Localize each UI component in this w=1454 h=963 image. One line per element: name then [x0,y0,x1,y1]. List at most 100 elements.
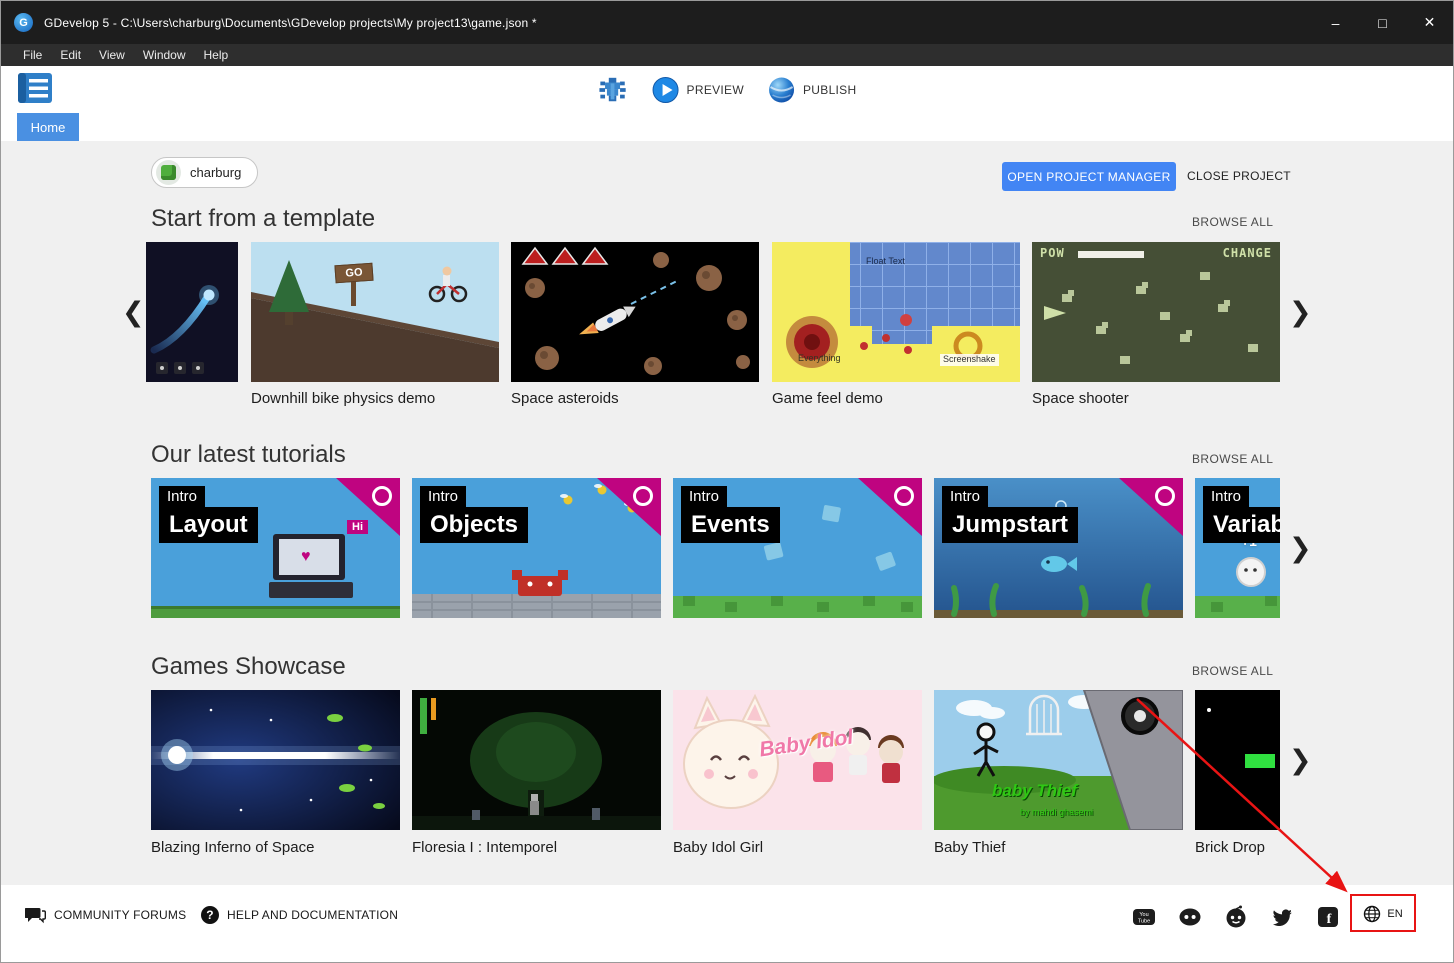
bike-thumbnail-art [251,242,499,382]
shooter-thumbnail-art [1032,242,1280,382]
card-caption: Brick Drop [1195,839,1265,856]
community-forums-label: COMMUNITY FORUMS [54,908,186,922]
tutorial-card-layout[interactable]: ♥ Hi Intro Layout [151,478,400,618]
template-card-asteroids[interactable] [511,242,759,382]
open-project-manager-button[interactable]: OPEN PROJECT MANAGER [1002,162,1176,191]
publish-label: PUBLISH [803,83,856,97]
gdevelop-logo-icon: G [14,13,33,32]
showcase-next-button[interactable]: ❯ [1289,747,1312,774]
showcase-browse-all[interactable]: BROWSE ALL [1192,664,1273,678]
svg-text:You: You [1139,912,1148,918]
language-label: EN [1387,908,1402,920]
menu-edit[interactable]: Edit [51,48,90,62]
change-label: CHANGE [1223,247,1272,260]
reddit-icon[interactable] [1224,905,1248,929]
asteroids-thumbnail-art [511,242,759,382]
card-caption: Baby Idol Girl [673,839,763,856]
help-documentation-label: HELP AND DOCUMENTATION [227,908,398,922]
tab-home[interactable]: Home [17,113,79,141]
help-documentation-link[interactable]: HELP AND DOCUMENTATION [201,903,398,927]
tutorial-card-variables[interactable]: +1 Intro Variables [1195,478,1280,618]
templates-next-button[interactable]: ❯ [1289,299,1312,326]
showcase-card-floresia[interactable] [412,690,661,830]
go-sign: GO [334,263,373,284]
tutorial-card-events[interactable]: Intro Events [673,478,922,618]
tutorial-tag: Intro [159,486,205,507]
username-label: charburg [190,165,241,180]
close-project-button[interactable]: CLOSE PROJECT [1187,166,1291,186]
tutorial-tag: Intro [681,486,727,507]
templates-carousel: GO [1,242,1454,382]
debug-bug-icon [598,76,628,104]
tutorial-card-jumpstart[interactable]: Intro Jumpstart [934,478,1183,618]
facebook-icon[interactable]: f [1316,905,1340,929]
menu-view[interactable]: View [90,48,134,62]
publish-sphere-icon [768,76,796,104]
toolbar: PREVIEW PUBLISH [1,66,1453,113]
template-card-trailer[interactable] [146,242,238,382]
svg-text:Tube: Tube [1138,919,1150,925]
tutorial-title: Layout [159,507,258,543]
tabbar: Home [1,113,1453,141]
discord-icon[interactable] [1178,905,1202,929]
twitter-icon[interactable] [1270,905,1294,929]
showcase-card-blazing[interactable] [151,690,400,830]
toolbar-center: PREVIEW PUBLISH [598,66,857,113]
youtube-icon[interactable]: YouTube [1132,905,1156,929]
templates-section-title: Start from a template [151,205,375,233]
card-caption: Game feel demo [772,390,883,407]
tutorial-title: Objects [420,507,528,543]
user-chip[interactable]: charburg [151,157,258,188]
tutorial-title: Jumpstart [942,507,1078,543]
templates-prev-button[interactable]: ❮ [122,299,145,326]
preview-label: PREVIEW [687,83,744,97]
card-caption: Space shooter [1032,390,1129,407]
template-card-shooter[interactable]: POW CHANGE [1032,242,1280,382]
showcase-card-brickdrop[interactable] [1195,690,1280,830]
tutorial-card-objects[interactable]: Intro Objects [412,478,661,618]
card-caption: Downhill bike physics demo [251,390,435,407]
svg-text:f: f [1327,912,1332,927]
gdevelop-corner-logo-icon [633,486,653,506]
everything-label: Everything [798,354,841,364]
tutorials-next-button[interactable]: ❯ [1289,535,1312,562]
screenshake-label: Screenshake [940,354,999,366]
globe-icon [1363,905,1381,923]
titlebar: G GDevelop 5 - C:\Users\charburg\Documen… [1,1,1453,44]
babythief-byline: by mahdi ghasemi [1020,808,1093,818]
trailer-thumbnail-art [146,242,238,382]
blazing-thumbnail-art [151,690,400,830]
community-forums-link[interactable]: COMMUNITY FORUMS [25,903,186,927]
hi-tag: Hi [347,520,368,534]
showcase-card-babythief[interactable]: baby Thief by mahdi ghasemi [934,690,1183,830]
template-card-bike[interactable]: GO [251,242,499,382]
tutorials-carousel: ♥ Hi Intro Layout [151,478,1280,618]
maximize-button[interactable]: □ [1359,1,1406,44]
close-button[interactable]: ✕ [1406,1,1453,44]
menu-file[interactable]: File [14,48,51,62]
language-button[interactable]: EN [1353,898,1413,930]
window-title: GDevelop 5 - C:\Users\charburg\Documents… [44,16,537,30]
tutorials-browse-all[interactable]: BROWSE ALL [1192,452,1273,466]
minimize-button[interactable]: – [1312,1,1359,44]
floattext-label: Float Text [866,257,905,267]
showcase-section-title: Games Showcase [151,653,346,681]
templates-browse-all[interactable]: BROWSE ALL [1192,215,1273,229]
play-icon [652,76,680,104]
footer: COMMUNITY FORUMS HELP AND DOCUMENTATION … [1,885,1453,963]
tutorial-title: Events [681,507,780,543]
publish-button[interactable]: PUBLISH [768,76,856,104]
project-manager-button[interactable] [17,72,57,106]
app-window: G GDevelop 5 - C:\Users\charburg\Documen… [0,0,1454,963]
debugger-button[interactable] [598,76,628,104]
gdevelop-corner-logo-icon [894,486,914,506]
showcase-card-babyidol[interactable]: Baby Idol [673,690,922,830]
menubar: File Edit View Window Help [1,44,1453,66]
tutorials-section-title: Our latest tutorials [151,441,346,469]
menu-window[interactable]: Window [134,48,195,62]
card-caption: Baby Thief [934,839,1005,856]
preview-button[interactable]: PREVIEW [652,76,744,104]
help-icon [201,906,219,924]
menu-help[interactable]: Help [195,48,238,62]
template-card-gamefeel[interactable]: Float Text Everything Screenshake [772,242,1020,382]
